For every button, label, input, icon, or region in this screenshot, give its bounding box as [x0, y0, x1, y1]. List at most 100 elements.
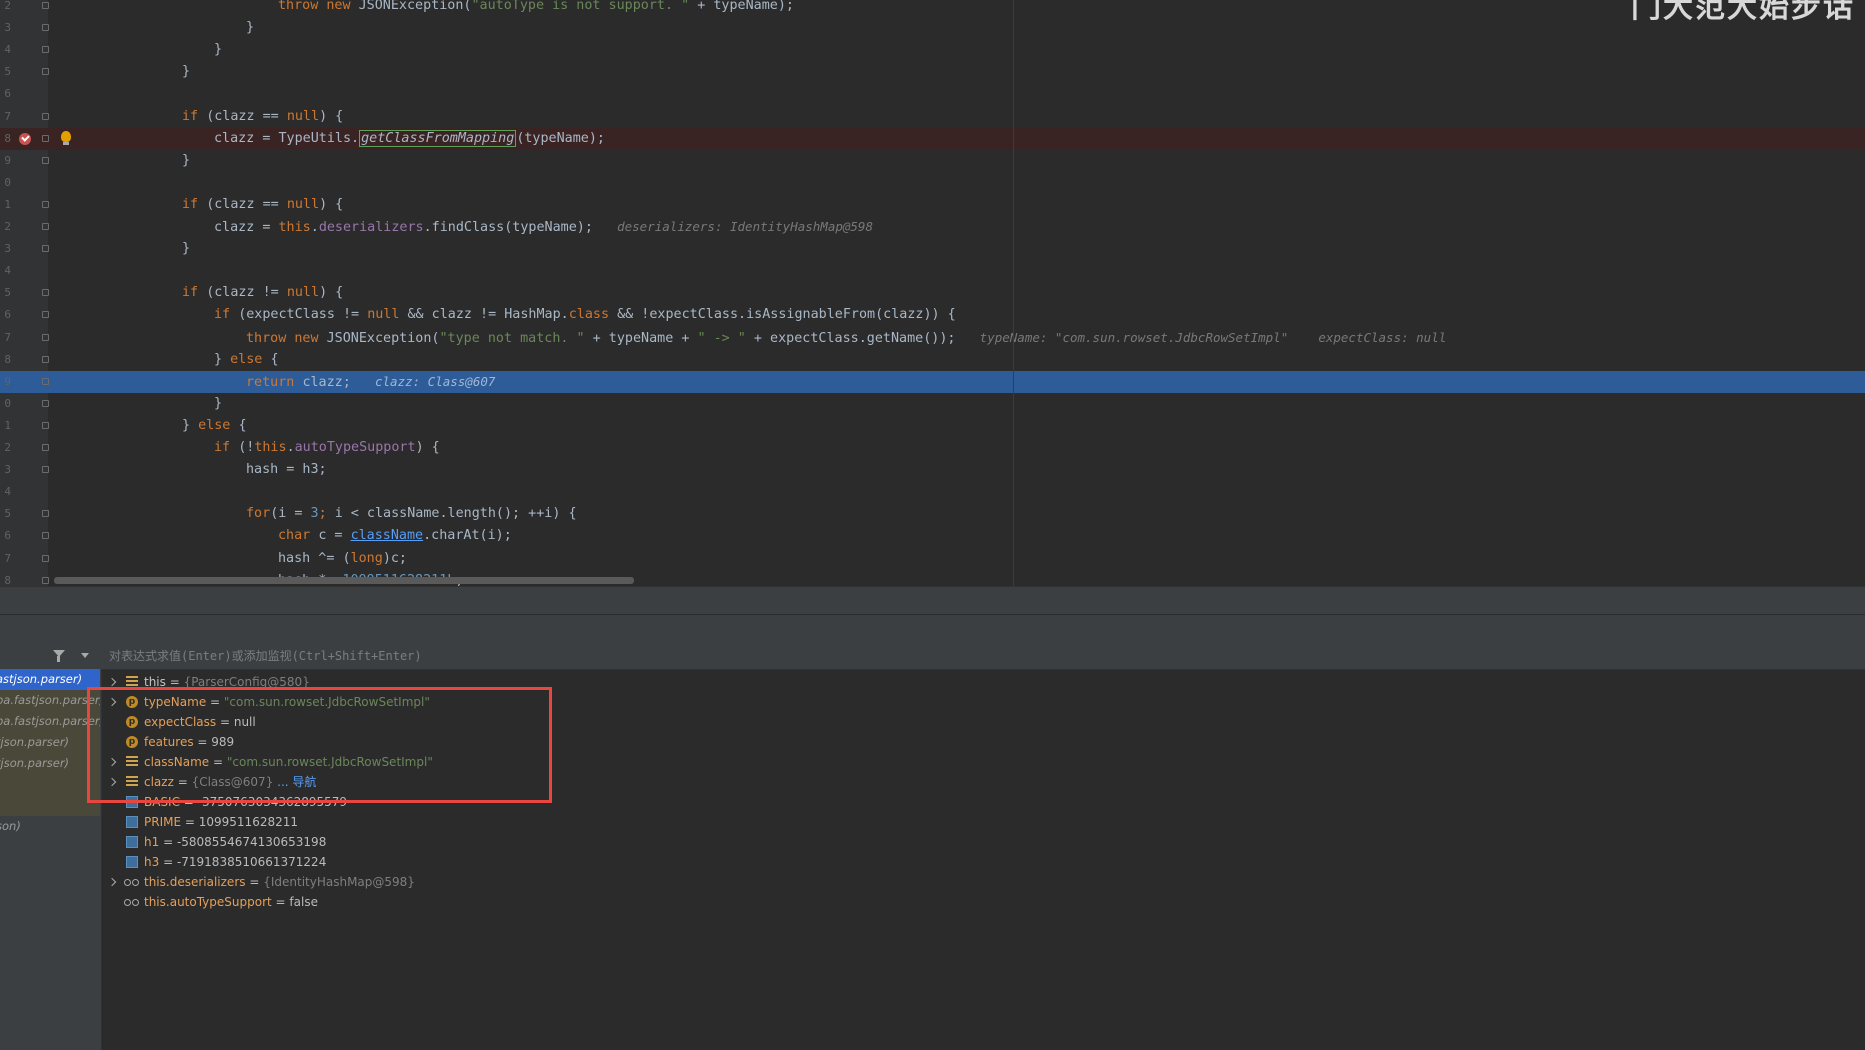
- fold-marker-icon[interactable]: [42, 510, 49, 518]
- code-text[interactable]: clazz = TypeUtils. getClassFromMapping (ty…: [214, 128, 605, 150]
- code-text[interactable]: throw new JSONException("type not match.…: [246, 327, 1446, 349]
- fold-marker-icon[interactable]: [42, 576, 49, 584]
- line-number[interactable]: 8: [0, 574, 11, 586]
- code-text[interactable]: hash ^= (long)c;: [278, 548, 407, 570]
- line-number[interactable]: 0: [0, 176, 11, 190]
- code-line[interactable]: 5 if (clazz != null) {: [0, 282, 1865, 304]
- code-line[interactable]: 4: [0, 481, 1865, 503]
- code-line[interactable]: 3}: [0, 238, 1865, 260]
- line-number[interactable]: 8: [0, 132, 11, 146]
- fold-marker-icon[interactable]: [42, 377, 49, 385]
- fold-marker-icon[interactable]: [42, 399, 49, 407]
- line-number[interactable]: 3: [0, 21, 11, 35]
- fold-marker-icon[interactable]: [42, 46, 49, 54]
- stack-frame[interactable]: tjson.parser): [0, 732, 100, 753]
- code-text[interactable]: if (expectClass != null && clazz != Hash…: [214, 304, 956, 326]
- filter-icon[interactable]: [53, 650, 65, 662]
- code-line[interactable]: 3}: [0, 17, 1865, 39]
- code-text[interactable]: clazz = this.deserializers.findClass(typ…: [214, 216, 873, 238]
- code-line[interactable]: 4}: [0, 39, 1865, 61]
- expression-input[interactable]: 对表达式求值(Enter)或添加监视(Ctrl+Shift+Enter): [109, 647, 422, 664]
- fold-marker-icon[interactable]: [42, 355, 49, 363]
- stack-frame[interactable]: ba.fastjson.parser): [0, 711, 100, 732]
- line-number[interactable]: 0: [0, 397, 11, 411]
- line-number[interactable]: 5: [0, 65, 11, 79]
- line-number[interactable]: 9: [0, 375, 11, 389]
- fold-marker-icon[interactable]: [42, 245, 49, 253]
- code-line[interactable]: 2 clazz = this.deserializers.findClass(ty…: [0, 216, 1865, 238]
- code-text[interactable]: } else {: [214, 349, 279, 371]
- line-number[interactable]: 6: [0, 529, 11, 543]
- line-number[interactable]: 7: [0, 331, 11, 345]
- line-number[interactable]: 4: [0, 485, 11, 499]
- code-text[interactable]: if (clazz == null) {: [182, 194, 343, 216]
- code-text[interactable]: }: [182, 61, 190, 83]
- fold-marker-icon[interactable]: [42, 112, 49, 120]
- code-line[interactable]: 6 char c = className.charAt(i);: [0, 525, 1865, 547]
- code-text[interactable]: if (clazz == null) {: [182, 106, 343, 128]
- code-line[interactable]: 2 if (!this.autoTypeSupport) {: [0, 437, 1865, 459]
- fold-marker-icon[interactable]: [42, 421, 49, 429]
- line-number[interactable]: 6: [0, 308, 11, 322]
- variable-row[interactable]: this.deserializers = {IdentityHashMap@59…: [101, 872, 801, 892]
- line-number[interactable]: 7: [0, 110, 11, 124]
- fold-marker-icon[interactable]: [42, 200, 49, 208]
- code-line[interactable]: 8 } else {: [0, 349, 1865, 371]
- code-text[interactable]: if (clazz != null) {: [182, 282, 343, 304]
- code-line[interactable]: 7 hash ^= (long)c;: [0, 548, 1865, 570]
- code-text[interactable]: char c = className.charAt(i);: [278, 525, 512, 547]
- line-number[interactable]: 4: [0, 43, 11, 57]
- expand-arrow-icon[interactable]: [107, 877, 117, 887]
- fold-marker-icon[interactable]: [42, 532, 49, 540]
- variable-row[interactable]: this.autoTypeSupport = false: [101, 892, 801, 912]
- code-line[interactable]: 7 throw new JSONException("type not match…: [0, 327, 1865, 349]
- stack-frame[interactable]: [0, 774, 100, 795]
- fold-marker-icon[interactable]: [42, 156, 49, 164]
- fold-marker-icon[interactable]: [42, 223, 49, 230]
- code-text[interactable]: throw new JSONException("autoType is not…: [278, 0, 794, 17]
- stack-frame[interactable]: astjson.parser): [0, 669, 100, 690]
- fold-marker-icon[interactable]: [42, 68, 49, 76]
- fold-marker-icon[interactable]: [42, 2, 49, 9]
- fold-marker-icon[interactable]: [42, 311, 49, 319]
- line-number[interactable]: 7: [0, 552, 11, 566]
- code-line[interactable]: 4: [0, 260, 1865, 282]
- code-line[interactable]: 3 hash = h3;: [0, 459, 1865, 481]
- line-number[interactable]: 2: [0, 220, 11, 234]
- stack-frame[interactable]: [0, 795, 100, 816]
- code-line[interactable]: 2 throw new JSONException("autoType is no…: [0, 0, 1865, 17]
- fold-marker-icon[interactable]: [42, 554, 49, 562]
- code-line[interactable]: 1} else {: [0, 415, 1865, 437]
- breakpoint-icon[interactable]: [19, 132, 31, 145]
- code-line[interactable]: 5}: [0, 61, 1865, 83]
- code-line[interactable]: 9}: [0, 150, 1865, 172]
- code-text[interactable]: }: [214, 39, 222, 61]
- stack-frame[interactable]: ba.fastjson.parser): [0, 690, 100, 711]
- code-line[interactable]: 9 return clazz; clazz: Class@607: [0, 370, 1865, 393]
- fold-marker-icon[interactable]: [42, 466, 49, 474]
- code-text[interactable]: }: [182, 150, 190, 172]
- variable-row[interactable]: PRIME = 1099511628211: [101, 812, 801, 832]
- line-number[interactable]: 2: [0, 441, 11, 455]
- code-text[interactable]: hash = h3;: [246, 459, 327, 481]
- code-line[interactable]: 0}: [0, 393, 1865, 415]
- lightbulb-icon[interactable]: [61, 130, 71, 145]
- fold-marker-icon[interactable]: [42, 333, 49, 341]
- variable-row[interactable]: h1 = -5808554674130653198: [101, 832, 801, 852]
- stack-frame[interactable]: tjson.parser): [0, 753, 100, 774]
- line-number[interactable]: 3: [0, 463, 11, 477]
- fold-marker-icon[interactable]: [42, 289, 49, 297]
- line-number[interactable]: 4: [0, 264, 11, 278]
- line-number[interactable]: 8: [0, 353, 11, 367]
- line-number[interactable]: 2: [0, 0, 11, 13]
- code-text[interactable]: }: [246, 17, 254, 39]
- code-line[interactable]: 0: [0, 172, 1865, 194]
- code-text[interactable]: return clazz; clazz: Class@607: [246, 371, 495, 393]
- line-number[interactable]: 5: [0, 507, 11, 521]
- code-text[interactable]: for(i = 3; i < className.length(); ++i) …: [246, 503, 577, 525]
- stack-frame[interactable]: son): [0, 816, 100, 837]
- code-editor[interactable]: 2 throw new JSONException("autoType is no…: [0, 0, 1865, 586]
- variable-row[interactable]: h3 = -7191838510661371224: [101, 852, 801, 872]
- fold-marker-icon[interactable]: [42, 134, 49, 142]
- line-number[interactable]: 6: [0, 87, 11, 101]
